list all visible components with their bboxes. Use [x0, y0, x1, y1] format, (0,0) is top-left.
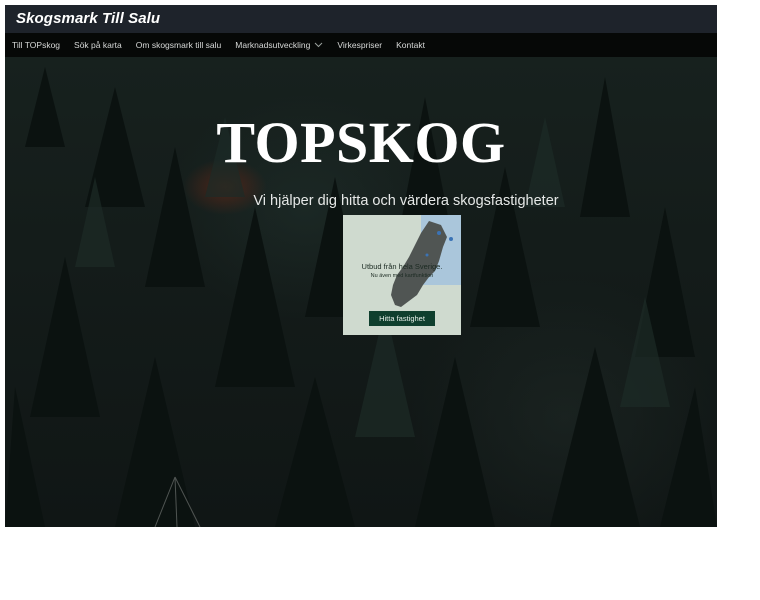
promo-subline: Nu även med kartfunktion [370, 273, 434, 279]
nav-item-label: Marknadsutveckling [235, 40, 311, 50]
nav-item-kontakt[interactable]: Kontakt [396, 40, 425, 50]
site-container: Skogsmark Till Salu Till TOPskog Sök på … [5, 5, 717, 527]
promo-banner[interactable]: Utbud från hela Sverige. Nu även med kar… [343, 215, 461, 335]
site-title[interactable]: Skogsmark Till Salu [16, 10, 160, 27]
nav-item-marknadsutveckling[interactable]: Marknadsutveckling [235, 40, 323, 50]
header-bar: Skogsmark Till Salu [5, 5, 717, 33]
chevron-down-icon [315, 42, 323, 48]
nav-item-till-topskog[interactable]: Till TOPskog [12, 40, 60, 50]
hero-subtitle: Vi hjälper dig hitta och värdera skogsfa… [253, 193, 559, 209]
nav-item-om-skogsmark[interactable]: Om skogsmark till salu [136, 40, 222, 50]
find-property-button[interactable]: Hitta fastighet [369, 311, 435, 326]
promo-headline: Utbud från hela Sverige. [361, 262, 443, 271]
hero-section: TOPSKOG Vi hjälper dig hitta och värdera… [5, 57, 717, 527]
hero-title: TOPSKOG [216, 110, 506, 175]
main-nav: Till TOPskog Sök på karta Om skogsmark t… [5, 33, 717, 57]
nav-item-sok-pa-karta[interactable]: Sök på karta [74, 40, 122, 50]
nav-item-virkespriser[interactable]: Virkespriser [337, 40, 382, 50]
